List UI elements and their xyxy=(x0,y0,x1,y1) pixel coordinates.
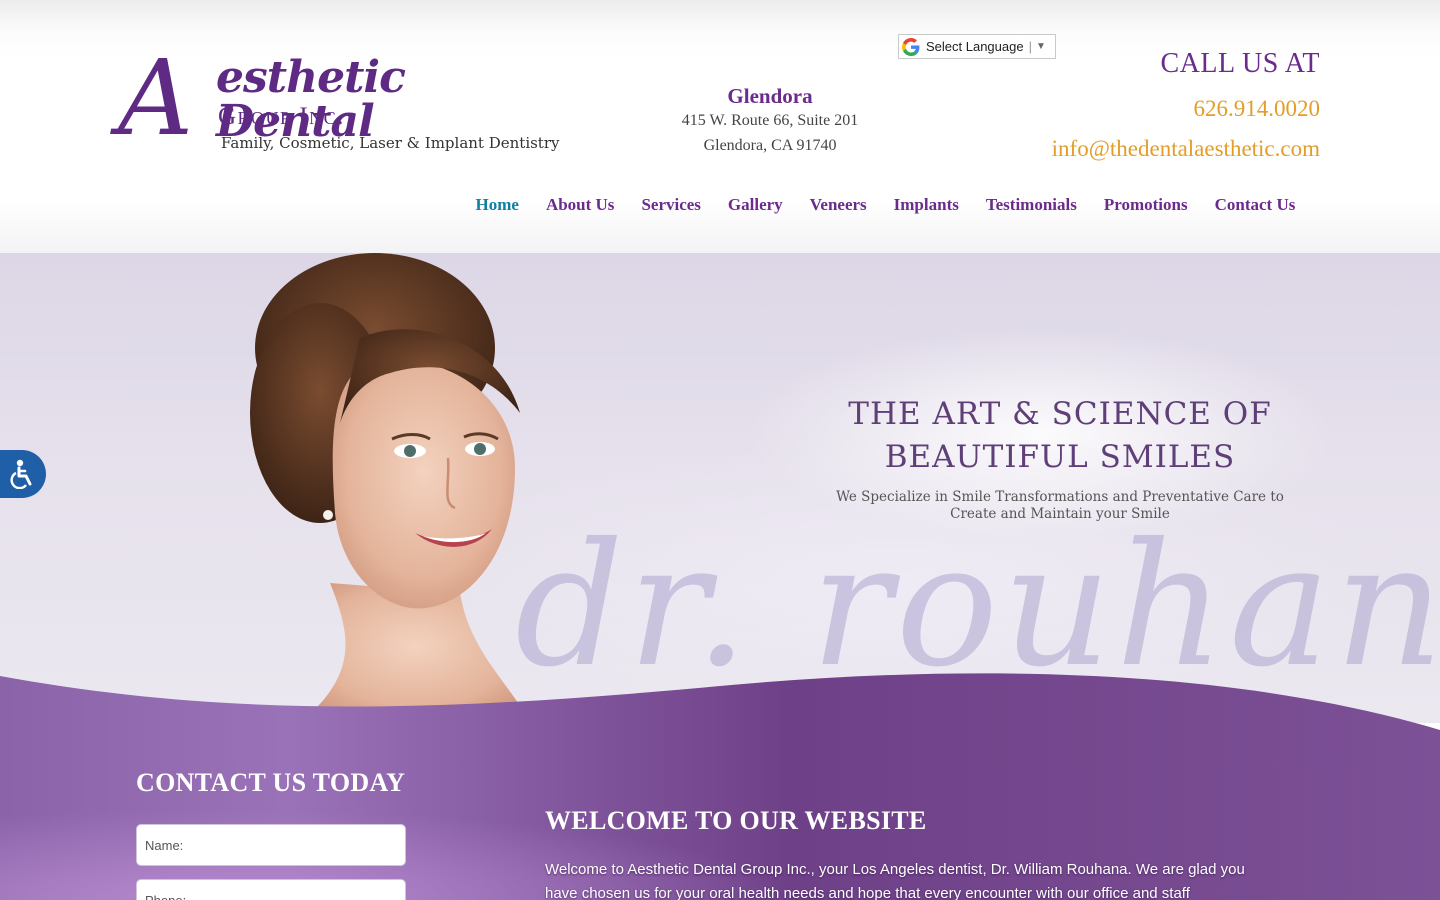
logo-script-text: esthetic Dental xyxy=(216,52,406,147)
location-name: Glendora xyxy=(727,84,813,108)
hero-subline-1: We Specialize in Smile Transformations a… xyxy=(836,489,1284,505)
nav-contact-us[interactable]: Contact Us xyxy=(1201,192,1309,218)
site-logo[interactable]: A esthetic Dental Group Inc. Family, Cos… xyxy=(118,46,559,162)
nav-gallery[interactable]: Gallery xyxy=(714,192,796,218)
hero-headline-line2: BEAUTIFUL SMILES xyxy=(884,439,1236,475)
nav-about-us[interactable]: About Us xyxy=(532,192,628,218)
office-location: Glendora 415 W. Route 66, Suite 201 Glen… xyxy=(660,84,880,158)
site-header: A esthetic Dental Group Inc. Family, Cos… xyxy=(0,0,1440,253)
hero-subline-2: Create and Maintain your Smile xyxy=(950,506,1170,522)
chevron-down-icon: ▼ xyxy=(1035,41,1046,52)
language-selector[interactable]: Select Language | ▼ xyxy=(898,34,1056,59)
phone-field[interactable] xyxy=(136,879,406,900)
address-line-2: Glendora, CA 91740 xyxy=(703,137,837,154)
hero-headline-line1: THE ART & SCIENCE OF xyxy=(848,396,1272,432)
welcome-paragraph: Welcome to Aesthetic Dental Group Inc., … xyxy=(545,861,1245,900)
main-nav: Home About Us Services Gallery Veneers I… xyxy=(462,192,1309,218)
email-link[interactable]: info@thedentalaesthetic.com xyxy=(1052,136,1320,162)
accessibility-icon xyxy=(10,459,32,489)
welcome-title: WELCOME TO OUR WEBSITE xyxy=(545,806,927,835)
logo-letter: A xyxy=(118,37,194,159)
accessibility-button[interactable] xyxy=(0,450,46,498)
hero-tagline: THE ART & SCIENCE OF BEAUTIFUL SMILES We… xyxy=(830,393,1290,523)
contact-form-title: CONTACT US TODAY xyxy=(136,768,406,797)
call-us-label: CALL US AT xyxy=(1160,48,1320,79)
logo-tagline: Family, Cosmetic, Laser & Implant Dentis… xyxy=(221,134,560,152)
nav-veneers[interactable]: Veneers xyxy=(796,192,880,218)
address-line-1: 415 W. Route 66, Suite 201 xyxy=(681,112,859,129)
language-separator: | xyxy=(1028,39,1032,54)
logo-group-text: Group Inc. xyxy=(218,103,345,130)
nav-testimonials[interactable]: Testimonials xyxy=(972,192,1090,218)
name-field[interactable] xyxy=(136,824,406,866)
language-label: Select Language xyxy=(926,39,1024,54)
nav-home[interactable]: Home xyxy=(462,192,532,218)
nav-services[interactable]: Services xyxy=(628,192,714,218)
phone-link[interactable]: 626.914.0020 xyxy=(1194,96,1321,122)
google-g-icon xyxy=(902,37,920,56)
nav-promotions[interactable]: Promotions xyxy=(1090,192,1201,218)
nav-implants[interactable]: Implants xyxy=(880,192,972,218)
